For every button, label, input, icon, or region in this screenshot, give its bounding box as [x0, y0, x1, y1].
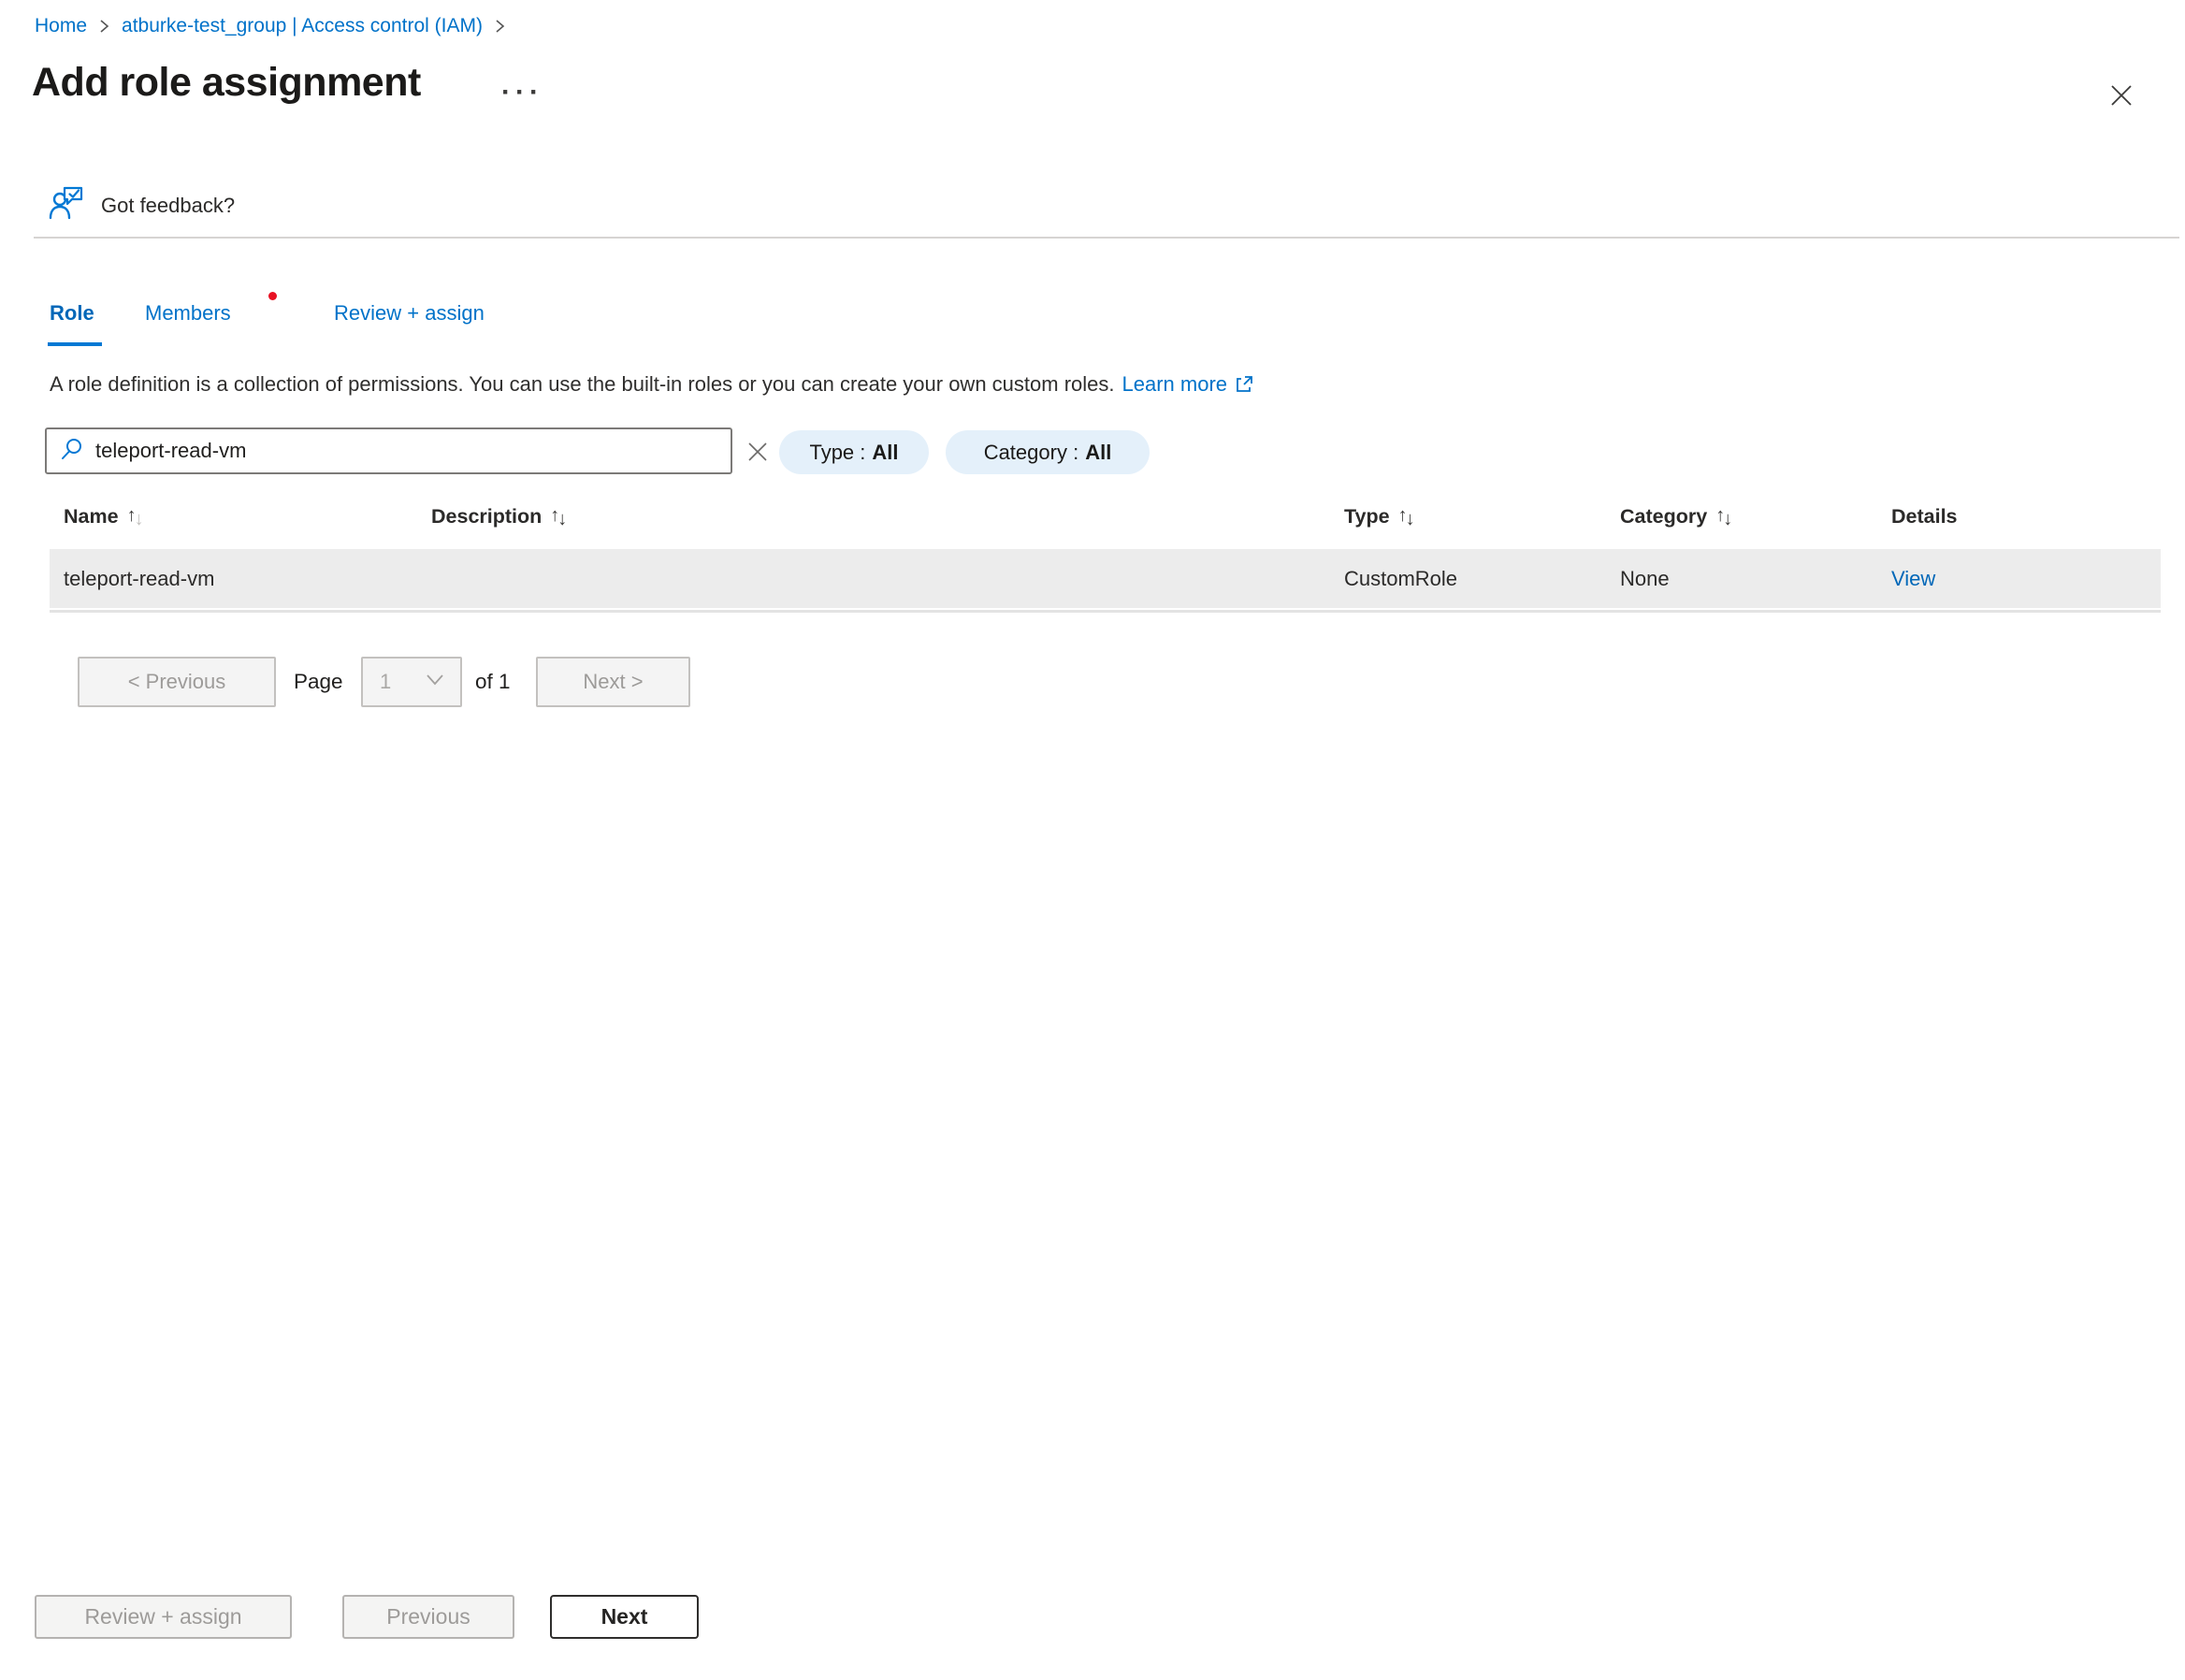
tab-review-assign[interactable]: Review + assign	[334, 301, 485, 326]
role-definition-description: A role definition is a collection of per…	[50, 372, 1254, 397]
clear-search-icon[interactable]	[744, 438, 772, 466]
page-number-value: 1	[380, 670, 391, 694]
column-header-name[interactable]: Name ↑↓	[64, 505, 142, 529]
pagination: < Previous Page 1 of 1 Next >	[0, 657, 2185, 709]
role-name-cell: teleport-read-vm	[64, 549, 214, 608]
filter-category-value: All	[1085, 441, 1111, 465]
column-header-category[interactable]: Category ↑↓	[1620, 505, 1730, 529]
page-number-select[interactable]: 1	[361, 657, 462, 707]
role-search-box	[45, 427, 732, 474]
column-label: Details	[1891, 505, 1958, 529]
role-type-cell: CustomRole	[1344, 549, 1457, 608]
next-page-button[interactable]: Next >	[536, 657, 690, 707]
learn-more-link[interactable]: Learn more	[1122, 372, 1228, 397]
feedback-label: Got feedback?	[101, 194, 235, 218]
feedback-person-icon	[49, 185, 86, 225]
search-icon	[60, 437, 84, 466]
external-link-icon	[1234, 374, 1254, 395]
view-details-link[interactable]: View	[1891, 549, 1935, 608]
sort-arrows-icon: ↑↓	[550, 505, 565, 527]
column-label: Description	[431, 505, 542, 529]
sort-arrows-icon: ↑↓	[1398, 505, 1413, 527]
page-title: Add role assignment	[32, 60, 421, 106]
chevron-right-icon	[494, 17, 506, 36]
tab-members[interactable]: Members	[145, 301, 231, 326]
previous-step-button[interactable]: Previous	[342, 1595, 514, 1639]
column-header-description[interactable]: Description ↑↓	[431, 505, 565, 529]
filter-category-pill[interactable]: Category : All	[946, 430, 1150, 474]
column-label: Name	[64, 505, 119, 529]
table-row[interactable]: teleport-read-vm CustomRole None View	[50, 549, 2161, 608]
more-menu-icon[interactable]: ···	[501, 77, 543, 109]
breadcrumb: Home atburke-test_group | Access control…	[35, 15, 506, 37]
close-icon[interactable]	[2103, 77, 2140, 114]
tab-role[interactable]: Role	[50, 301, 94, 326]
search-input[interactable]	[95, 439, 721, 463]
breadcrumb-home-link[interactable]: Home	[35, 15, 87, 37]
filter-type-pill[interactable]: Type : All	[779, 430, 929, 474]
table-bottom-line	[50, 610, 2161, 613]
section-divider	[34, 237, 2179, 239]
page-count-label: of 1	[475, 657, 511, 707]
next-step-button[interactable]: Next	[550, 1595, 699, 1639]
breadcrumb-access-control-link[interactable]: atburke-test_group | Access control (IAM…	[122, 15, 483, 37]
column-label: Category	[1620, 505, 1707, 529]
filter-category-label: Category :	[984, 441, 1079, 465]
column-header-details: Details	[1891, 505, 1958, 529]
column-label: Type	[1344, 505, 1390, 529]
filter-type-value: All	[872, 441, 898, 465]
page-label: Page	[294, 657, 343, 707]
sort-arrows-icon: ↑↓	[127, 505, 142, 527]
review-assign-button[interactable]: Review + assign	[35, 1595, 292, 1639]
intro-text: A role definition is a collection of per…	[50, 372, 1115, 397]
active-tab-underline	[48, 342, 102, 346]
role-category-cell: None	[1620, 549, 1670, 608]
column-header-type[interactable]: Type ↑↓	[1344, 505, 1413, 529]
chevron-down-icon	[423, 667, 447, 697]
got-feedback-button[interactable]: Got feedback?	[49, 185, 235, 225]
filter-type-label: Type :	[809, 441, 865, 465]
members-alert-dot	[268, 292, 277, 300]
previous-page-button[interactable]: < Previous	[78, 657, 276, 707]
tab-bar: Role Members Review + assign	[0, 301, 2185, 348]
chevron-right-icon	[98, 17, 110, 36]
sort-arrows-icon: ↑↓	[1715, 505, 1730, 527]
table-header-row: Name ↑↓ Description ↑↓ Type ↑↓ Category …	[0, 505, 2185, 537]
